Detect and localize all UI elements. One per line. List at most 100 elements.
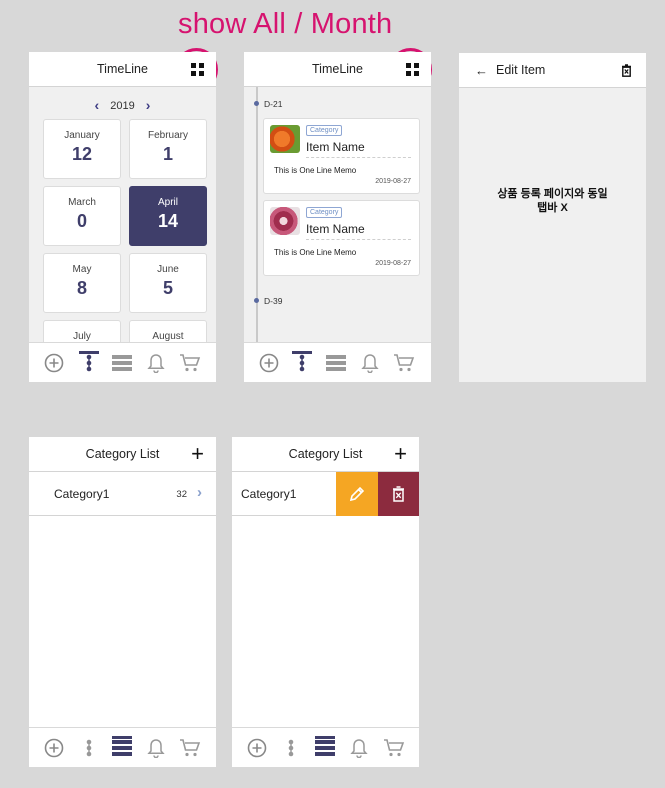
trash-icon[interactable] xyxy=(621,64,632,77)
tab-cart[interactable] xyxy=(179,353,201,373)
view-toggle-grid-icon[interactable] xyxy=(406,63,420,76)
month-name: July xyxy=(73,331,91,342)
header: Category List + xyxy=(232,437,419,472)
tab-cart[interactable] xyxy=(179,738,201,758)
month-count: 14 xyxy=(157,211,179,231)
edit-body: 상품 등록 페이지와 동일 탭바 X xyxy=(459,88,646,382)
annotation-text: show All / Month xyxy=(178,8,393,40)
tab-timeline[interactable] xyxy=(78,351,100,373)
month-card-july[interactable]: July xyxy=(43,320,121,342)
page-title: Edit Item xyxy=(496,63,546,77)
screen-edit-item: ← Edit Item 상품 등록 페이지와 동일 탭바 X xyxy=(459,53,646,382)
tab-bar xyxy=(232,727,419,767)
cart-icon xyxy=(180,739,201,757)
month-card-june[interactable]: June 5 xyxy=(129,253,207,313)
item-thumbnail xyxy=(270,207,300,235)
item-memo: This is One Line Memo xyxy=(274,166,357,175)
month-card-february[interactable]: February 1 xyxy=(129,119,207,179)
back-arrow-icon[interactable]: ← xyxy=(475,63,488,78)
tab-notifications[interactable] xyxy=(359,353,381,373)
list-icon xyxy=(315,740,335,756)
month-card-may[interactable]: May 8 xyxy=(43,253,121,313)
month-count: 0 xyxy=(76,211,87,231)
trash-icon xyxy=(393,486,404,502)
year-nav: ‹ 2019 › xyxy=(29,97,216,113)
item-date: 2019-08-27 xyxy=(375,260,411,267)
month-name: January xyxy=(64,130,100,141)
item-memo: This is One Line Memo xyxy=(274,248,357,257)
bell-icon xyxy=(147,354,165,373)
tab-timeline[interactable] xyxy=(291,351,313,373)
month-count: 12 xyxy=(71,144,93,164)
bell-icon xyxy=(350,739,368,758)
add-circle-icon xyxy=(247,738,267,758)
tab-add[interactable] xyxy=(246,738,268,758)
tab-list[interactable] xyxy=(314,736,336,758)
month-card-april[interactable]: April 14 xyxy=(129,186,207,246)
page-title: TimeLine xyxy=(97,62,148,76)
category-row[interactable]: Category1 xyxy=(232,472,419,516)
list-icon xyxy=(112,740,132,756)
category-name: Category1 xyxy=(241,487,297,501)
header: Category List + xyxy=(29,437,216,472)
add-category-plus-icon[interactable]: + xyxy=(394,443,407,465)
category-badge: Category xyxy=(306,125,343,136)
tab-list[interactable] xyxy=(111,353,133,373)
tab-list[interactable] xyxy=(325,353,347,373)
month-name: April xyxy=(157,197,178,208)
tab-cart[interactable] xyxy=(393,353,415,373)
item-name: Item Name xyxy=(306,222,365,236)
tab-timeline[interactable] xyxy=(78,738,100,758)
tab-bar xyxy=(29,727,216,767)
list-icon xyxy=(326,355,346,371)
next-year-chevron-icon[interactable]: › xyxy=(138,97,159,113)
category-badge: Category xyxy=(306,207,343,218)
page-title: TimeLine xyxy=(312,62,363,76)
category-row[interactable]: Category1 32 › xyxy=(29,472,216,516)
tab-add[interactable] xyxy=(43,738,65,758)
tab-notifications[interactable] xyxy=(348,738,370,758)
timeline-icon xyxy=(288,739,294,757)
category-count: 32 xyxy=(176,489,187,500)
timeline-icon xyxy=(299,354,305,372)
timeline-item[interactable]: Category Item Name This is One Line Memo… xyxy=(263,200,420,276)
header: TimeLine xyxy=(244,52,431,87)
tab-notifications[interactable] xyxy=(145,738,167,758)
screen-category-swipe: Category List + Category1 xyxy=(232,437,419,767)
view-toggle-grid-icon[interactable] xyxy=(191,63,205,76)
list-icon xyxy=(112,355,132,371)
tab-add[interactable] xyxy=(258,353,280,373)
year-label: 2019 xyxy=(110,100,135,112)
tab-bar xyxy=(29,342,216,382)
add-circle-icon xyxy=(44,353,64,373)
timeline-group-label: D-39 xyxy=(254,296,282,306)
spec-note: 상품 등록 페이지와 동일 탭바 X xyxy=(497,188,608,214)
month-card-march[interactable]: March 0 xyxy=(43,186,121,246)
item-date: 2019-08-27 xyxy=(375,178,411,185)
screen-timeline-list: TimeLine D-21 Category Item Name This is… xyxy=(244,52,431,382)
tab-timeline[interactable] xyxy=(280,738,302,758)
delete-category-button[interactable] xyxy=(378,472,419,516)
cart-icon xyxy=(180,354,201,372)
cart-icon xyxy=(384,739,405,757)
month-card-august[interactable]: August xyxy=(129,320,207,342)
month-card-january[interactable]: January 12 xyxy=(43,119,121,179)
screen-timeline-month: TimeLine ‹ 2019 › January 12 February 1 … xyxy=(29,52,216,382)
timeline-icon xyxy=(86,354,92,372)
cart-icon xyxy=(394,354,415,372)
add-category-plus-icon[interactable]: + xyxy=(191,443,204,465)
tab-list[interactable] xyxy=(111,736,133,758)
timeline-list: D-21 Category Item Name This is One Line… xyxy=(244,87,431,342)
tab-notifications[interactable] xyxy=(145,353,167,373)
prev-year-chevron-icon[interactable]: ‹ xyxy=(87,97,108,113)
tab-add[interactable] xyxy=(43,353,65,373)
timeline-item[interactable]: Category Item Name This is One Line Memo… xyxy=(263,118,420,194)
timeline-group-label: D-21 xyxy=(254,99,282,109)
add-circle-icon xyxy=(44,738,64,758)
screen-category-list: Category List + Category1 32 › xyxy=(29,437,216,767)
month-name: August xyxy=(152,331,184,342)
edit-category-button[interactable] xyxy=(336,472,378,516)
chevron-right-icon: › xyxy=(197,484,202,501)
month-count: 5 xyxy=(162,278,173,298)
tab-cart[interactable] xyxy=(383,738,405,758)
